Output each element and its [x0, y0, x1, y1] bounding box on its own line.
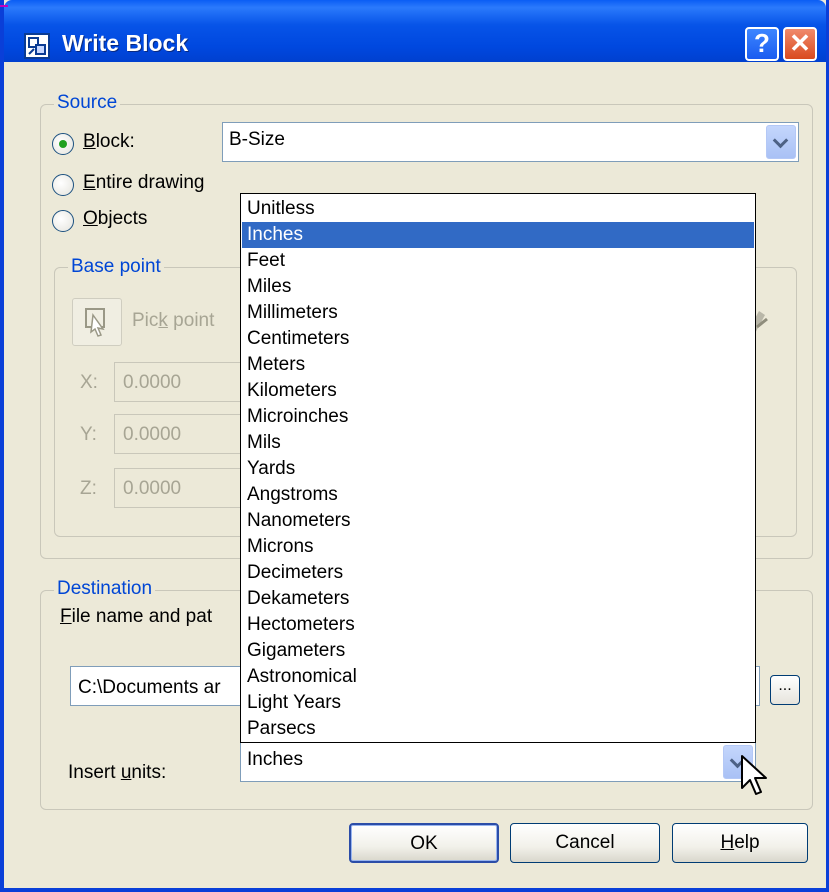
z-field[interactable]: 0.0000 [114, 468, 254, 508]
radio-block-indicator[interactable] [52, 133, 74, 155]
block-name-combo[interactable]: B-Size [222, 122, 799, 162]
units-list-item[interactable]: Parsecs [242, 716, 754, 742]
help-button[interactable]: Help [672, 823, 808, 863]
units-list-item[interactable]: Microns [242, 534, 754, 560]
units-list-item[interactable]: Decimeters [242, 560, 754, 586]
radio-entire-drawing-indicator[interactable] [52, 174, 74, 196]
units-list-item[interactable]: Nanometers [242, 508, 754, 534]
file-path-value: C:\Documents ar [78, 677, 221, 698]
pick-point-button[interactable] [72, 298, 122, 346]
write-block-icon [24, 33, 50, 59]
units-list-item[interactable]: Miles [242, 274, 754, 300]
units-list-item[interactable]: Mils [242, 430, 754, 456]
units-list-item[interactable]: Millimeters [242, 300, 754, 326]
units-list-item[interactable]: Centimeters [242, 326, 754, 352]
units-list-item[interactable]: Hectometers [242, 612, 754, 638]
file-name-label: File name and pat [60, 606, 213, 627]
units-dropdown-list[interactable]: Unitless Inches Feet Miles Millimeters Centim… [240, 193, 756, 743]
units-list-item[interactable]: Gigameters [242, 638, 754, 664]
pick-point-icon [85, 308, 105, 337]
units-list-item[interactable]: Unitless [242, 196, 754, 222]
radio-objects-label: Objects [83, 208, 148, 229]
radio-entire-drawing-label: Entire drawing [83, 172, 205, 193]
source-group-label: Source [54, 92, 121, 114]
units-list-item[interactable]: Dekameters [242, 586, 754, 612]
dialog-title: Write Block [62, 30, 189, 56]
units-list-item[interactable]: Inches [242, 222, 754, 248]
x-field[interactable]: 0.0000 [114, 362, 254, 402]
pick-point-label: Pick point [132, 310, 215, 331]
block-name-value: B-Size [229, 129, 285, 150]
units-list-item[interactable]: Light Years [242, 690, 754, 716]
base-point-group-label: Base point [68, 256, 164, 278]
units-list-item[interactable]: Microinches [242, 404, 754, 430]
units-list-item[interactable]: Kilometers [242, 378, 754, 404]
browse-button[interactable]: ... [770, 675, 800, 705]
mouse-cursor-icon [741, 755, 767, 795]
y-field[interactable]: 0.0000 [114, 414, 254, 454]
y-label: Y: [80, 424, 97, 445]
units-list-item[interactable]: Astronomical [242, 664, 754, 690]
title-bar[interactable]: Write Block ? ✕ [4, 0, 826, 62]
units-list-item[interactable]: Feet [242, 248, 754, 274]
units-list-item[interactable]: Angstroms [242, 482, 754, 508]
radio-objects-indicator[interactable] [52, 210, 74, 232]
insert-units-combo[interactable]: Inches [240, 742, 756, 782]
z-label: Z: [80, 478, 97, 499]
write-block-dialog: Write Block ? ✕ Source Block: Entire dra… [0, 0, 829, 892]
units-list-item[interactable]: Yards [242, 456, 754, 482]
ok-button[interactable]: OK [349, 823, 499, 863]
corner-mark [0, 5, 8, 7]
insert-units-value: Inches [247, 749, 303, 770]
destination-group-label: Destination [54, 578, 156, 600]
cancel-button[interactable]: Cancel [510, 823, 660, 863]
insert-units-label: Insert units: [68, 762, 167, 783]
radio-block-label: Block: [83, 131, 135, 152]
close-button[interactable]: ✕ [783, 27, 817, 61]
help-title-button[interactable]: ? [745, 27, 779, 61]
x-label: X: [80, 372, 98, 393]
y-value: 0.0000 [123, 424, 182, 445]
chevron-down-icon[interactable] [766, 125, 796, 159]
z-value: 0.0000 [123, 478, 182, 499]
units-list-item[interactable]: Meters [242, 352, 754, 378]
x-value: 0.0000 [123, 372, 182, 393]
